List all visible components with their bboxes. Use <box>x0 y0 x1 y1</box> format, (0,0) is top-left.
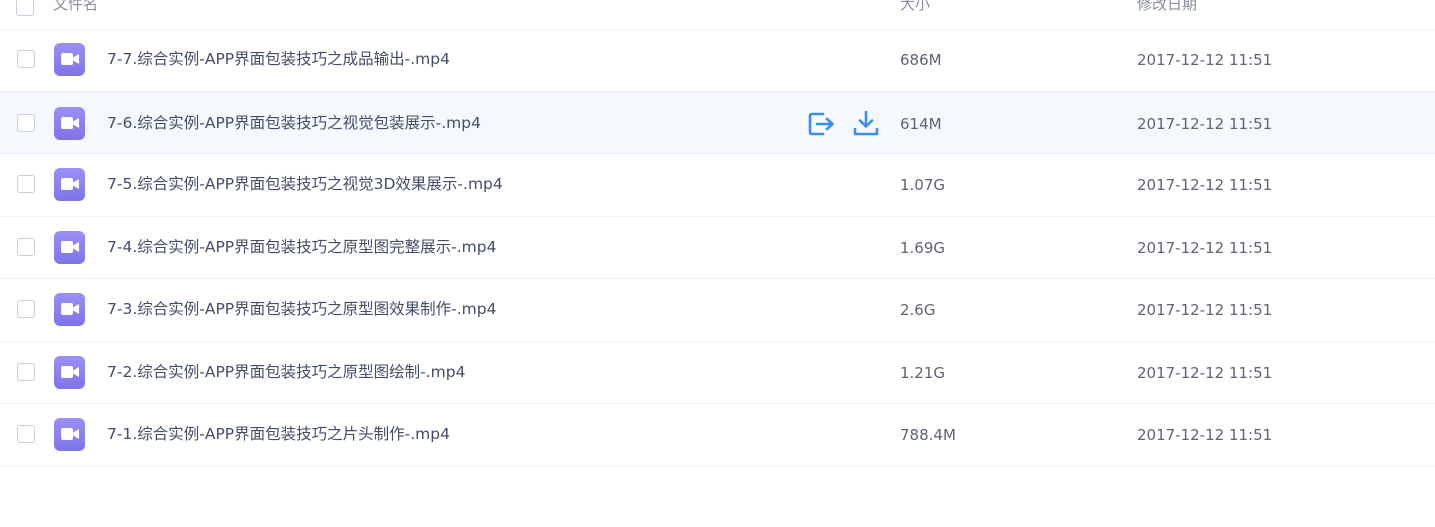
select-all-checkbox[interactable] <box>16 0 34 16</box>
file-modified-date: 2017-12-12 11:51 <box>1137 114 1273 133</box>
video-file-icon <box>54 106 85 140</box>
file-size: 1.69G <box>900 238 946 257</box>
video-file-icon <box>54 355 85 389</box>
row-checkbox[interactable] <box>17 113 35 132</box>
row-checkbox[interactable] <box>17 50 35 68</box>
file-row[interactable]: 7-3.综合实例-APP界面包装技巧之原型图效果制作-.mp4 2.6G 201… <box>0 279 1435 342</box>
file-row[interactable]: 7-4.综合实例-APP界面包装技巧之原型图完整展示-.mp4 1.69G 20… <box>0 217 1435 279</box>
video-file-icon <box>54 168 85 201</box>
file-modified-date: 2017-12-12 11:51 <box>1137 238 1273 257</box>
file-size: 1.21G <box>900 363 946 382</box>
file-name-link[interactable]: 7-4.综合实例-APP界面包装技巧之原型图完整展示-.mp4 <box>107 237 496 257</box>
file-row[interactable]: 7-2.综合实例-APP界面包装技巧之原型图绘制-.mp4 1.21G 2017… <box>0 342 1435 404</box>
file-row[interactable]: 7-6.综合实例-APP界面包装技巧之视觉包装展示-.mp4 614M 2017… <box>0 91 1435 154</box>
video-file-icon <box>54 43 85 76</box>
file-name-link[interactable]: 7-1.综合实例-APP界面包装技巧之片头制作-.mp4 <box>107 424 450 444</box>
file-name-link[interactable]: 7-5.综合实例-APP界面包装技巧之视觉3D效果展示-.mp4 <box>107 174 503 194</box>
video-file-icon <box>54 293 85 326</box>
file-size: 614M <box>900 114 942 133</box>
file-size: 686M <box>900 51 942 69</box>
column-header-size[interactable]: 大小 <box>900 0 930 14</box>
file-name-link[interactable]: 7-6.综合实例-APP界面包装技巧之视觉包装展示-.mp4 <box>107 113 481 133</box>
column-header-name[interactable]: 文件名 <box>53 0 98 14</box>
column-header-date[interactable]: 修改日期 <box>1137 0 1197 14</box>
file-modified-date: 2017-12-12 11:51 <box>1137 301 1273 319</box>
file-list-header: 文件名 大小 修改日期 <box>0 0 1435 30</box>
file-size: 1.07G <box>900 176 946 194</box>
video-file-icon <box>54 230 85 264</box>
file-modified-date: 2017-12-12 11:51 <box>1137 426 1273 444</box>
file-modified-date: 2017-12-12 11:51 <box>1137 51 1273 69</box>
row-checkbox[interactable] <box>17 237 35 256</box>
row-checkbox[interactable] <box>17 362 35 381</box>
file-modified-date: 2017-12-12 11:51 <box>1137 363 1273 382</box>
row-checkbox[interactable] <box>17 175 35 193</box>
file-row[interactable]: 7-1.综合实例-APP界面包装技巧之片头制作-.mp4 788.4M 2017… <box>0 404 1435 467</box>
file-row[interactable]: 7-5.综合实例-APP界面包装技巧之视觉3D效果展示-.mp4 1.07G 2… <box>0 154 1435 217</box>
file-name-link[interactable]: 7-2.综合实例-APP界面包装技巧之原型图绘制-.mp4 <box>107 362 465 382</box>
file-row[interactable]: 7-7.综合实例-APP界面包装技巧之成品输出-.mp4 686M 2017-1… <box>0 29 1435 92</box>
row-checkbox[interactable] <box>17 300 35 318</box>
file-size: 2.6G <box>900 301 936 319</box>
file-name-link[interactable]: 7-3.综合实例-APP界面包装技巧之原型图效果制作-.mp4 <box>107 299 496 319</box>
video-file-icon <box>54 418 85 451</box>
file-modified-date: 2017-12-12 11:51 <box>1137 176 1273 194</box>
file-name-link[interactable]: 7-7.综合实例-APP界面包装技巧之成品输出-.mp4 <box>107 49 450 69</box>
share-icon[interactable] <box>808 111 836 137</box>
download-icon[interactable] <box>853 110 881 137</box>
row-checkbox[interactable] <box>17 425 35 443</box>
file-list: 7-7.综合实例-APP界面包装技巧之成品输出-.mp4 686M 2017-1… <box>0 29 1435 467</box>
file-size: 788.4M <box>900 426 956 444</box>
